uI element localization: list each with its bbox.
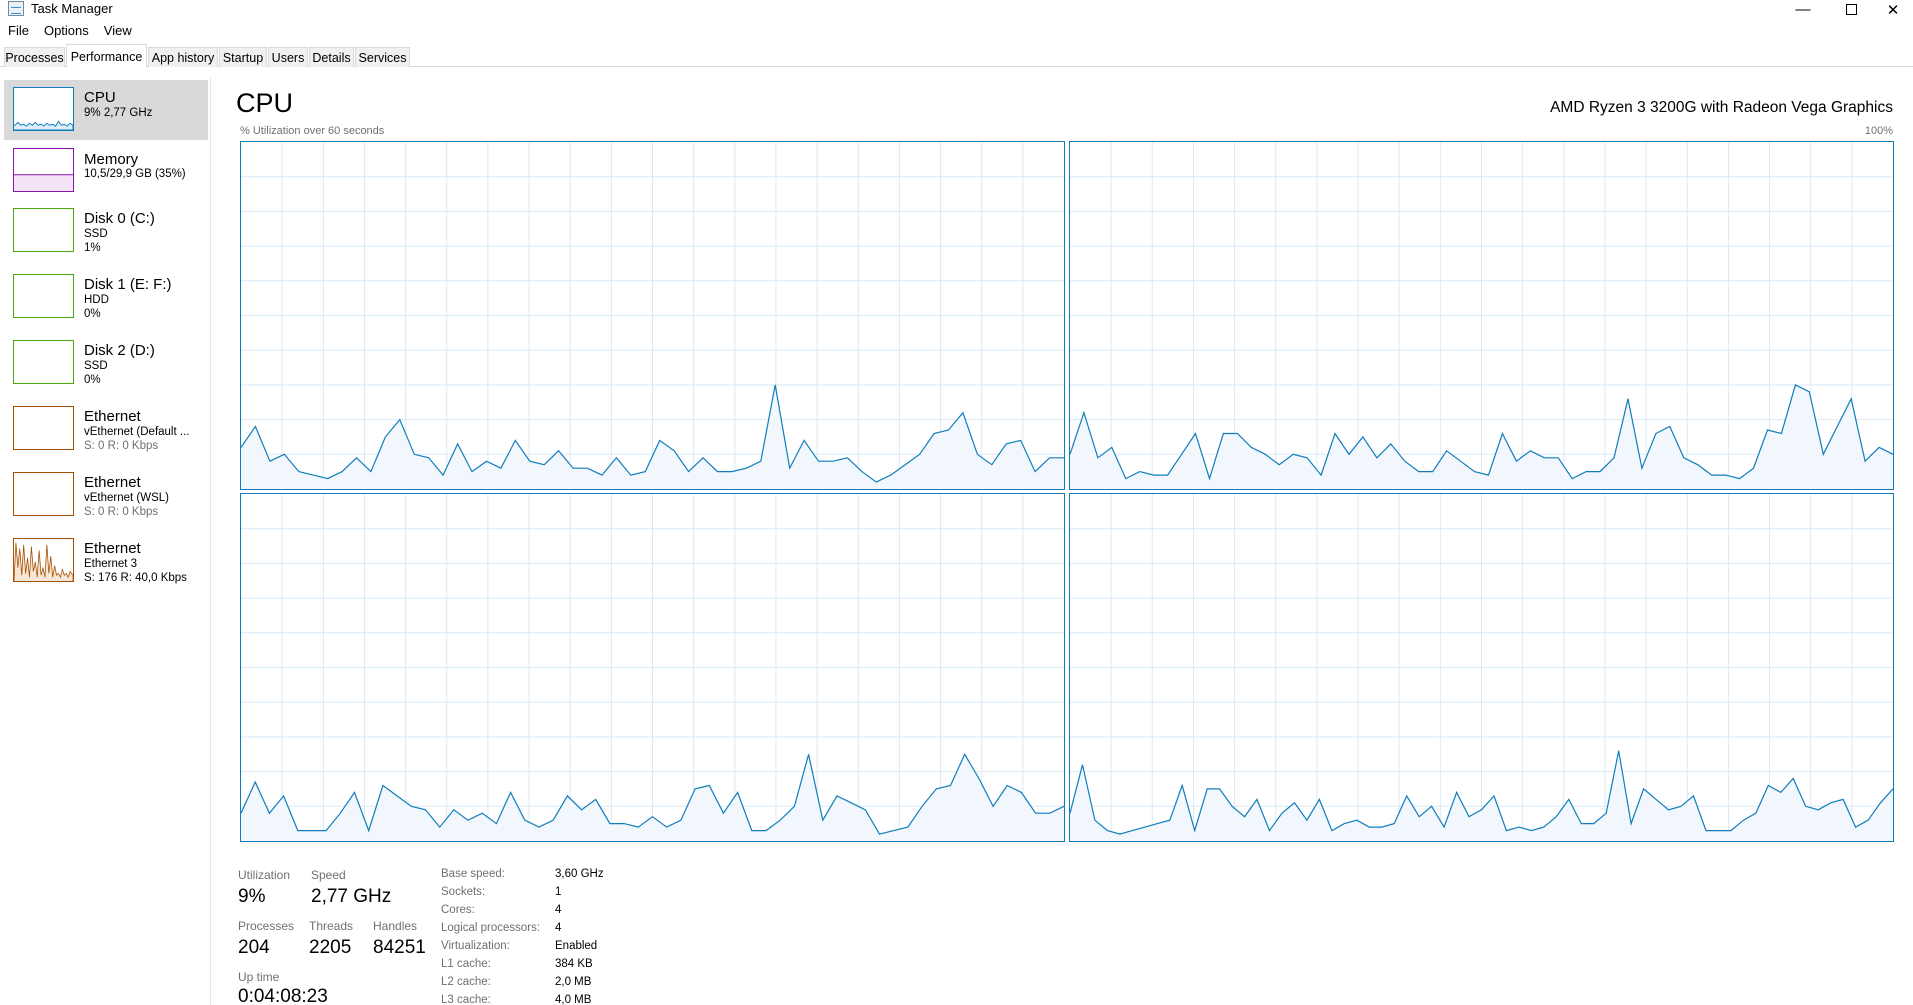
sidebar-item-detail: S: 176 R: 40,0 Kbps xyxy=(84,572,187,584)
sidebar-item-disk-0[interactable]: Disk 0 (C:) SSD 1% xyxy=(4,204,208,266)
core-graph-plot xyxy=(241,142,1064,489)
menu-file[interactable]: File xyxy=(0,21,36,41)
handles-value: 84251 xyxy=(373,937,426,958)
spec-label: Virtualization: xyxy=(441,940,510,952)
sidebar-item-name: Memory xyxy=(84,151,139,168)
speed-label: Speed xyxy=(311,868,346,882)
spec-label: L3 cache: xyxy=(441,994,491,1005)
sidebar-item-name: Disk 1 (E: F:) xyxy=(84,276,172,293)
cpu-model-name: AMD Ryzen 3 3200G with Radeon Vega Graph… xyxy=(1550,99,1893,116)
spec-label: Sockets: xyxy=(441,886,486,898)
tab-processes[interactable]: Processes xyxy=(4,47,65,67)
tab-strip: Processes Performance App history Startu… xyxy=(0,44,1913,68)
sidebar-item-name: Disk 0 (C:) xyxy=(84,210,155,227)
disk-thumbnail-graph xyxy=(13,274,74,318)
ethernet-thumbnail-graph xyxy=(13,472,74,516)
maximize-button[interactable] xyxy=(1828,0,1874,19)
spec-value: 2,0 MB xyxy=(555,976,592,988)
sidebar-item-type: SSD xyxy=(84,360,108,372)
graph-max-label: 100% xyxy=(1864,125,1893,137)
sidebar-item-type: HDD xyxy=(84,294,109,306)
core-graph-1 xyxy=(1069,141,1894,490)
spec-label: Logical processors: xyxy=(441,922,541,934)
sidebar-item-adapter: vEthernet (Default ... xyxy=(84,426,190,438)
core-graph-2 xyxy=(240,493,1065,842)
disk-thumbnail-graph xyxy=(13,340,74,384)
uptime-value: 0:04:08:23 xyxy=(238,986,328,1005)
speed-value: 2,77 GHz xyxy=(311,886,392,907)
minimize-button[interactable]: — xyxy=(1780,0,1826,19)
utilization-label: Utilization xyxy=(238,868,291,882)
core-graph-plot xyxy=(1070,494,1893,841)
memory-thumbnail-graph xyxy=(13,148,74,192)
sidebar-item-memory[interactable]: Memory 10,5/29,9 GB (35%) xyxy=(4,144,208,200)
window-title: Task Manager xyxy=(31,1,113,16)
performance-sidebar: CPU 9% 2,77 GHz Memory 10,5/29,9 GB (35%… xyxy=(0,78,211,1005)
sidebar-item-disk-2[interactable]: Disk 2 (D:) SSD 0% xyxy=(4,336,208,398)
sidebar-item-ethernet-wsl[interactable]: Ethernet vEthernet (WSL) S: 0 R: 0 Kbps xyxy=(4,468,208,530)
sidebar-item-name: CPU xyxy=(84,89,116,106)
spec-label: Base speed: xyxy=(441,868,505,880)
sidebar-item-name: Ethernet xyxy=(84,408,141,425)
close-button[interactable]: ✕ xyxy=(1870,0,1913,19)
threads-label: Threads xyxy=(309,919,354,933)
graph-caption: % Utilization over 60 seconds xyxy=(240,125,385,137)
core-graph-plot xyxy=(1070,142,1893,489)
sidebar-item-ethernet-3[interactable]: Ethernet Ethernet 3 S: 176 R: 40,0 Kbps xyxy=(4,534,208,596)
sidebar-item-cpu[interactable]: CPU 9% 2,77 GHz xyxy=(4,80,208,140)
spec-value: Enabled xyxy=(555,940,598,952)
maximize-icon xyxy=(1845,4,1857,15)
menu-view[interactable]: View xyxy=(96,21,139,41)
sidebar-item-detail: 1% xyxy=(84,242,101,254)
sidebar-item-name: Ethernet xyxy=(84,474,141,491)
tab-app-history[interactable]: App history xyxy=(148,47,218,67)
core-graph-3 xyxy=(1069,493,1894,842)
ethernet-thumbnail-graph xyxy=(13,406,74,450)
sidebar-item-detail: S: 0 R: 0 Kbps xyxy=(84,506,159,518)
cpu-thumbnail-graph xyxy=(13,87,74,131)
uptime-label: Up time xyxy=(238,970,280,984)
sidebar-item-name: Ethernet xyxy=(84,540,141,557)
sidebar-item-adapter: Ethernet 3 xyxy=(84,558,138,570)
sidebar-item-ethernet-default[interactable]: Ethernet vEthernet (Default ... S: 0 R: … xyxy=(4,402,208,464)
spec-value: 3,60 GHz xyxy=(555,868,604,880)
tab-startup[interactable]: Startup xyxy=(219,47,267,67)
spec-value: 4,0 MB xyxy=(555,994,592,1005)
spec-value: 4 xyxy=(555,904,562,916)
sidebar-item-detail: 0% xyxy=(84,308,101,320)
spec-label: Cores: xyxy=(441,904,475,916)
processes-label: Processes xyxy=(238,919,295,933)
menu-options[interactable]: Options xyxy=(36,21,96,41)
sidebar-item-detail: 9% 2,77 GHz xyxy=(84,107,153,119)
spec-value: 1 xyxy=(555,886,562,898)
sidebar-item-detail: S: 0 R: 0 Kbps xyxy=(84,440,159,452)
sidebar-item-type: SSD xyxy=(84,228,108,240)
core-graph-0 xyxy=(240,141,1065,490)
processes-value: 204 xyxy=(238,937,270,958)
tab-details[interactable]: Details xyxy=(309,47,354,67)
disk-thumbnail-graph xyxy=(13,208,74,252)
tab-services[interactable]: Services xyxy=(355,47,410,67)
spec-label: L2 cache: xyxy=(441,976,491,988)
sidebar-item-adapter: vEthernet (WSL) xyxy=(84,492,169,504)
task-manager-icon xyxy=(8,1,24,16)
tab-performance[interactable]: Performance xyxy=(66,44,147,68)
sidebar-item-name: Disk 2 (D:) xyxy=(84,342,155,359)
tab-users[interactable]: Users xyxy=(268,47,308,67)
utilization-value: 9% xyxy=(238,886,266,907)
menu-bar: File Options View xyxy=(0,21,139,41)
sidebar-item-disk-1[interactable]: Disk 1 (E: F:) HDD 0% xyxy=(4,270,208,332)
ethernet-thumbnail-graph xyxy=(13,538,74,582)
handles-label: Handles xyxy=(373,919,418,933)
sidebar-item-detail: 0% xyxy=(84,374,101,386)
spec-label: L1 cache: xyxy=(441,958,491,970)
threads-value: 2205 xyxy=(309,937,352,958)
sidebar-item-detail: 10,5/29,9 GB (35%) xyxy=(84,168,186,180)
page-title: CPU xyxy=(236,88,294,118)
spec-value: 4 xyxy=(555,922,562,934)
core-graph-plot xyxy=(241,494,1064,841)
title-bar: Task Manager — ✕ xyxy=(0,0,1913,19)
spec-value: 384 KB xyxy=(555,958,593,970)
